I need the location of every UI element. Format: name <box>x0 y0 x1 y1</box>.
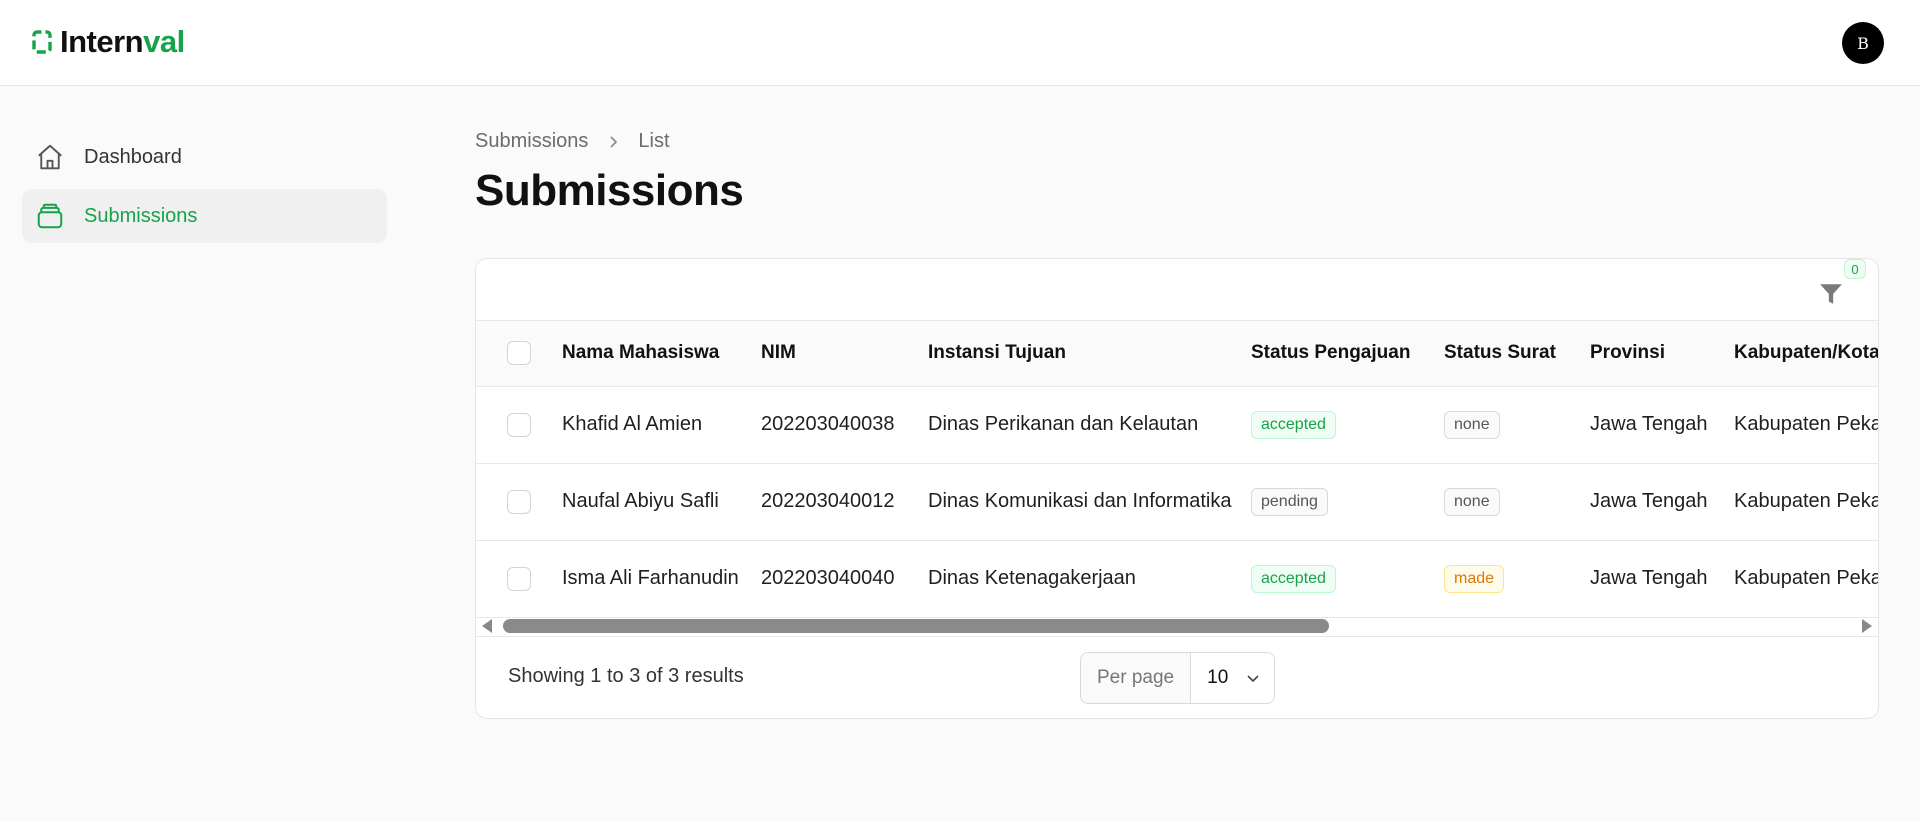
cell-nama: Isma Ali Farhanudin <box>562 567 739 589</box>
per-page-value: 10 <box>1207 667 1229 688</box>
stack-icon <box>34 200 66 232</box>
cell-provinsi: Jawa Tengah <box>1590 490 1708 512</box>
cell-instansi: Dinas Ketenagakerjaan <box>928 567 1136 589</box>
cell-instansi: Dinas Komunikasi dan Informatika <box>928 490 1232 512</box>
column-header[interactable]: Provinsi <box>1590 321 1734 386</box>
logo-icon <box>32 30 52 54</box>
cell-nama: Khafid Al Amien <box>562 413 703 435</box>
table-scroll-area[interactable]: Nama Mahasiswa NIM Instansi Tujuan Statu… <box>476 321 1878 631</box>
per-page-dropdown[interactable]: 10 <box>1191 653 1275 703</box>
table-row[interactable]: Naufal Abiyu Safli 202203040012 Dinas Ko… <box>476 463 1878 540</box>
column-header[interactable]: Status Pengajuan <box>1251 321 1444 386</box>
sidebar: Dashboard Submissions <box>22 130 387 248</box>
submissions-table: Nama Mahasiswa NIM Instansi Tujuan Statu… <box>476 321 1878 618</box>
horizontal-scrollbar[interactable] <box>476 616 1878 636</box>
column-header[interactable]: NIM <box>761 321 928 386</box>
sidebar-item-submissions[interactable]: Submissions <box>22 189 387 243</box>
filter-icon <box>1820 284 1842 304</box>
row-checkbox[interactable] <box>507 412 531 437</box>
cell-kabupaten: Kabupaten Pekalongan <box>1734 490 1878 512</box>
table-row[interactable]: Khafid Al Amien 202203040038 Dinas Perik… <box>476 386 1878 463</box>
top-bar: Internval B <box>0 0 1920 86</box>
breadcrumb-current: List <box>638 130 670 152</box>
column-header[interactable]: Nama Mahasiswa <box>562 321 761 386</box>
status-surat-badge: none <box>1444 487 1500 516</box>
status-pengajuan-badge: accepted <box>1251 410 1336 439</box>
sidebar-item-dashboard[interactable]: Dashboard <box>22 130 387 184</box>
status-pengajuan-badge: pending <box>1251 487 1328 516</box>
scroll-left-icon[interactable] <box>482 619 492 633</box>
pagination-footer: Showing 1 to 3 of 3 results Per page 10 <box>476 636 1878 718</box>
table-header-row: Nama Mahasiswa NIM Instansi Tujuan Statu… <box>476 321 1878 386</box>
user-avatar[interactable]: B <box>1842 22 1884 64</box>
per-page-select[interactable]: Per page 10 <box>1080 652 1276 704</box>
table-toolbar: 0 <box>476 259 1878 321</box>
cell-nim: 202203040040 <box>761 567 895 589</box>
status-surat-badge: made <box>1444 564 1505 593</box>
chevron-right-icon <box>610 135 618 148</box>
status-pengajuan-badge: accepted <box>1251 564 1336 593</box>
column-header[interactable]: Status Surat <box>1444 321 1590 386</box>
submissions-table-card: 0 Nama Mahasiswa NIM Instansi Tujuan Sta… <box>475 258 1879 719</box>
column-header[interactable]: Instansi Tujuan <box>928 321 1251 386</box>
scrollbar-thumb[interactable] <box>503 619 1329 633</box>
home-icon <box>34 141 66 173</box>
filter-count-badge: 0 <box>1844 259 1866 279</box>
sidebar-item-label: Submissions <box>84 204 198 227</box>
cell-provinsi: Jawa Tengah <box>1590 567 1708 589</box>
filter-button[interactable] <box>1818 273 1848 307</box>
cell-nim: 202203040038 <box>761 413 895 435</box>
cell-kabupaten: Kabupaten Pekalongan <box>1734 567 1878 589</box>
breadcrumb-link-submissions[interactable]: Submissions <box>475 130 588 153</box>
scroll-right-icon[interactable] <box>1862 619 1872 633</box>
chevron-down-icon <box>1247 675 1259 683</box>
table-row[interactable]: Isma Ali Farhanudin 202203040040 Dinas K… <box>476 540 1878 617</box>
per-page-label: Per page <box>1081 653 1192 703</box>
select-all-checkbox[interactable] <box>507 341 531 366</box>
cell-kabupaten: Kabupaten Pekalongan <box>1734 413 1878 435</box>
page-title: Submissions <box>475 166 744 215</box>
cell-instansi: Dinas Perikanan dan Kelautan <box>928 413 1199 435</box>
sidebar-item-label: Dashboard <box>84 145 182 168</box>
column-header[interactable]: Kabupaten/Kota <box>1734 321 1878 386</box>
cell-provinsi: Jawa Tengah <box>1590 413 1708 435</box>
breadcrumb: Submissions List <box>475 130 670 153</box>
row-checkbox[interactable] <box>507 489 531 514</box>
cell-nama: Naufal Abiyu Safli <box>562 490 719 512</box>
status-surat-badge: none <box>1444 410 1500 439</box>
row-checkbox[interactable] <box>507 566 531 591</box>
cell-nim: 202203040012 <box>761 490 895 512</box>
brand-logo[interactable]: Internval <box>30 24 185 60</box>
results-summary: Showing 1 to 3 of 3 results <box>508 665 744 687</box>
brand-name: Internval <box>60 24 185 59</box>
